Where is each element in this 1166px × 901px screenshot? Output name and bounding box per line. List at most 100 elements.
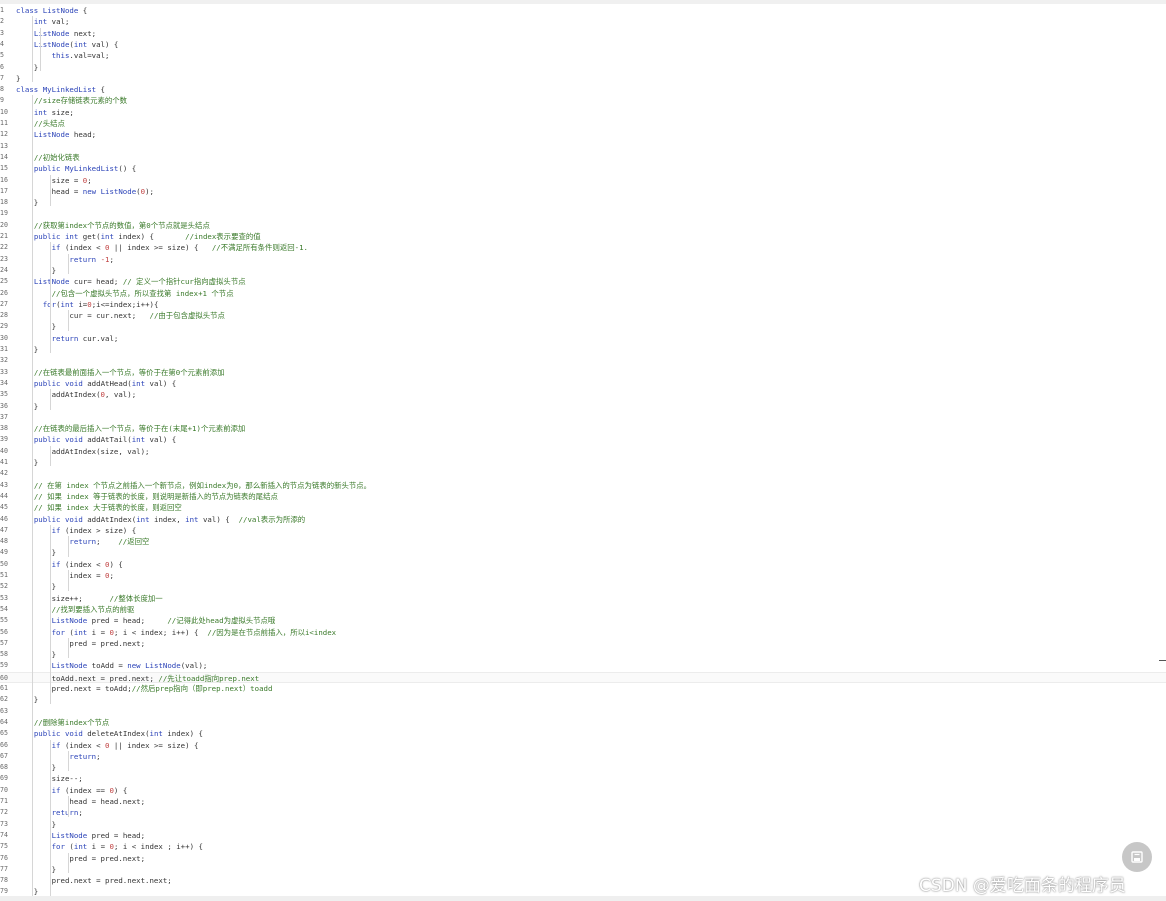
- code-line[interactable]: 7}: [0, 73, 1166, 84]
- code-line[interactable]: 51 index = 0;: [0, 570, 1166, 581]
- line-number: 24: [0, 265, 8, 274]
- code-line[interactable]: 1 class ListNode {: [0, 5, 1166, 16]
- code-line[interactable]: 31 }: [0, 344, 1166, 355]
- code-line[interactable]: 39 public void addAtTail(int val) {: [0, 434, 1166, 445]
- code-text: public void deleteAtIndex(int index) {: [33, 729, 203, 739]
- line-number: 31: [0, 345, 8, 353]
- code-line[interactable]: 43 // 在第 index 个节点之前插入一个新节点，例如index为0，那么…: [0, 480, 1166, 491]
- code-line[interactable]: 13: [0, 141, 1166, 152]
- code-text: ListNode toAdd = new ListNode(val);: [51, 661, 208, 671]
- code-line[interactable]: 23 return -1;: [0, 254, 1166, 265]
- line-number: 30: [0, 333, 8, 342]
- line-number: 53: [0, 593, 8, 602]
- floating-action-button[interactable]: [1122, 842, 1152, 872]
- code-line[interactable]: 10 int size;: [0, 107, 1166, 118]
- code-text: }: [16, 345, 39, 354]
- code-line[interactable]: 4 ListNode(int val) {: [0, 39, 1166, 50]
- code-line[interactable]: 21 public int get(int index) { //index表示…: [0, 231, 1166, 242]
- code-line[interactable]: 47 if (index > size) {: [0, 525, 1166, 536]
- code-line[interactable]: 73 }: [0, 819, 1166, 830]
- code-line[interactable]: 37: [0, 412, 1166, 423]
- code-line[interactable]: 25 ListNode cur= head; // 定义一个指针cur指向虚拟头…: [0, 276, 1166, 287]
- code-line[interactable]: 50 if (index < 0) {: [0, 559, 1166, 570]
- code-line[interactable]: 28 cur = cur.next; //由于包含虚拟头节点: [0, 310, 1166, 321]
- code-line[interactable]: 36 }: [0, 401, 1166, 412]
- code-line[interactable]: 63: [0, 706, 1166, 717]
- code-line[interactable]: 29 }: [0, 321, 1166, 332]
- code-line[interactable]: 61 pred.next = toAdd;//然后prep指向（即prep.ne…: [0, 683, 1166, 694]
- code-line[interactable]: 34 public void addAtHead(int val) {: [0, 378, 1166, 389]
- code-line[interactable]: 56 for (int i = 0; i < index; i++) { //因…: [0, 627, 1166, 638]
- code-text: }: [16, 62, 39, 72]
- code-line[interactable]: 70 if (index == 0) {: [0, 785, 1166, 796]
- code-line[interactable]: 76 pred = pred.next;: [0, 853, 1166, 864]
- code-text: return -1;: [69, 254, 114, 264]
- code-line[interactable]: 17 head = new ListNode(0);: [0, 186, 1166, 197]
- code-line[interactable]: 18 }: [0, 197, 1166, 208]
- code-line[interactable]: 57 pred = pred.next;: [0, 638, 1166, 649]
- code-line[interactable]: 55 ListNode pred = head; //记得此处head为虚拟头节…: [0, 615, 1166, 626]
- code-line[interactable]: 22 if (index < 0 || index >= size) { //不…: [0, 242, 1166, 253]
- code-line[interactable]: 69 size--;: [0, 773, 1166, 784]
- code-line[interactable]: 30 return cur.val;: [0, 333, 1166, 344]
- code-line[interactable]: 27 for(int i=0;i<=index;i++){: [0, 299, 1166, 310]
- line-number: 42: [0, 469, 8, 478]
- code-line[interactable]: 16 size = 0;: [0, 175, 1166, 186]
- code-line[interactable]: 14 //初始化链表: [0, 152, 1166, 163]
- line-number: 1: [0, 6, 4, 14]
- code-line[interactable]: 44 // 如果 index 等于链表的长度，则说明是新插入的节点为链表的尾结点: [0, 491, 1166, 502]
- code-line[interactable]: 40 addAtIndex(size, val);: [0, 446, 1166, 457]
- indent-guide: [32, 16, 33, 83]
- code-line[interactable]: 72 return;: [0, 807, 1166, 818]
- code-line[interactable]: 58 }: [0, 649, 1166, 660]
- code-line[interactable]: 2 int val;: [0, 16, 1166, 27]
- code-line[interactable]: 20 //获取第index个节点的数值，第0个节点就是头结点: [0, 220, 1166, 231]
- code-line[interactable]: 11 //头结点: [0, 118, 1166, 129]
- code-line[interactable]: 3 ListNode next;: [0, 28, 1166, 39]
- indent-guide: [68, 637, 69, 659]
- code-line[interactable]: 42: [0, 468, 1166, 479]
- code-line[interactable]: 48 return; //返回空: [0, 536, 1166, 547]
- code-line[interactable]: 24 }: [0, 265, 1166, 276]
- code-line[interactable]: 53 size++; //整体长度加一: [0, 593, 1166, 604]
- code-line[interactable]: 15 public MyLinkedList() {: [0, 163, 1166, 174]
- code-line[interactable]: 26 //包含一个虚拟头节点，所以查找第 index+1 个节点: [0, 288, 1166, 299]
- code-line[interactable]: 5 this.val=val;: [0, 50, 1166, 61]
- code-line[interactable]: 8 class MyLinkedList {: [0, 84, 1166, 95]
- code-line[interactable]: 68 }: [0, 762, 1166, 773]
- code-line[interactable]: 64 //删除第index个节点: [0, 717, 1166, 728]
- code-line[interactable]: 12 ListNode head;: [0, 129, 1166, 140]
- code-line[interactable]: 52 }: [0, 581, 1166, 592]
- code-line[interactable]: 65 public void deleteAtIndex(int index) …: [0, 728, 1166, 739]
- code-line[interactable]: 59 ListNode toAdd = new ListNode(val);: [0, 660, 1166, 671]
- code-editor[interactable]: 1 class ListNode {2 int val; 3 ListNode ne…: [0, 4, 1166, 897]
- code-line[interactable]: 35 addAtIndex(0, val);: [0, 389, 1166, 400]
- line-number: 39: [0, 435, 8, 444]
- code-line[interactable]: 49 }: [0, 547, 1166, 558]
- code-line[interactable]: 74 ListNode pred = head;: [0, 830, 1166, 841]
- code-line[interactable]: 6 }: [0, 62, 1166, 73]
- code-text: //在链表最前面插入一个节点，等价于在第0个元素前添加: [33, 367, 225, 377]
- code-line[interactable]: 62 }: [0, 694, 1166, 705]
- code-line[interactable]: 45 // 如果 index 大于链表的长度，则返回空: [0, 502, 1166, 513]
- code-line[interactable]: 33 //在链表最前面插入一个节点，等价于在第0个元素前添加: [0, 367, 1166, 378]
- line-number: 15: [0, 164, 8, 173]
- code-line[interactable]: 38 //在链表的最后插入一个节点，等价于在(末尾+1)个元素前添加: [0, 423, 1166, 434]
- code-line[interactable]: 19: [0, 208, 1166, 219]
- code-line[interactable]: 67 return;: [0, 751, 1166, 762]
- indent-guide: [50, 174, 51, 207]
- line-number: 33: [0, 367, 8, 376]
- code-text: pred = pred.next;: [16, 853, 146, 863]
- code-line[interactable]: 32: [0, 355, 1166, 366]
- code-line[interactable]: 41 }: [0, 457, 1166, 468]
- code-line[interactable]: 9 //size存储链表元素的个数: [0, 95, 1166, 106]
- code-text: pred = pred.next;: [16, 638, 146, 648]
- code-line[interactable]: 60 toAdd.next = pred.next; //先让toadd指向pr…: [0, 671, 1166, 683]
- indent-guide: [68, 310, 69, 331]
- code-line[interactable]: 66 if (index < 0 || index >= size) {: [0, 740, 1166, 751]
- code-line[interactable]: 71 head = head.next;: [0, 796, 1166, 807]
- code-text: // 如果 index 等于链表的长度，则说明是新插入的节点为链表的尾结点: [33, 491, 278, 501]
- code-line[interactable]: 46 public void addAtIndex(int index, int…: [0, 514, 1166, 525]
- code-line[interactable]: 75 for (int i = 0; i < index ; i++) {: [0, 841, 1166, 852]
- code-line[interactable]: 54 //找到要插入节点的前驱: [0, 604, 1166, 615]
